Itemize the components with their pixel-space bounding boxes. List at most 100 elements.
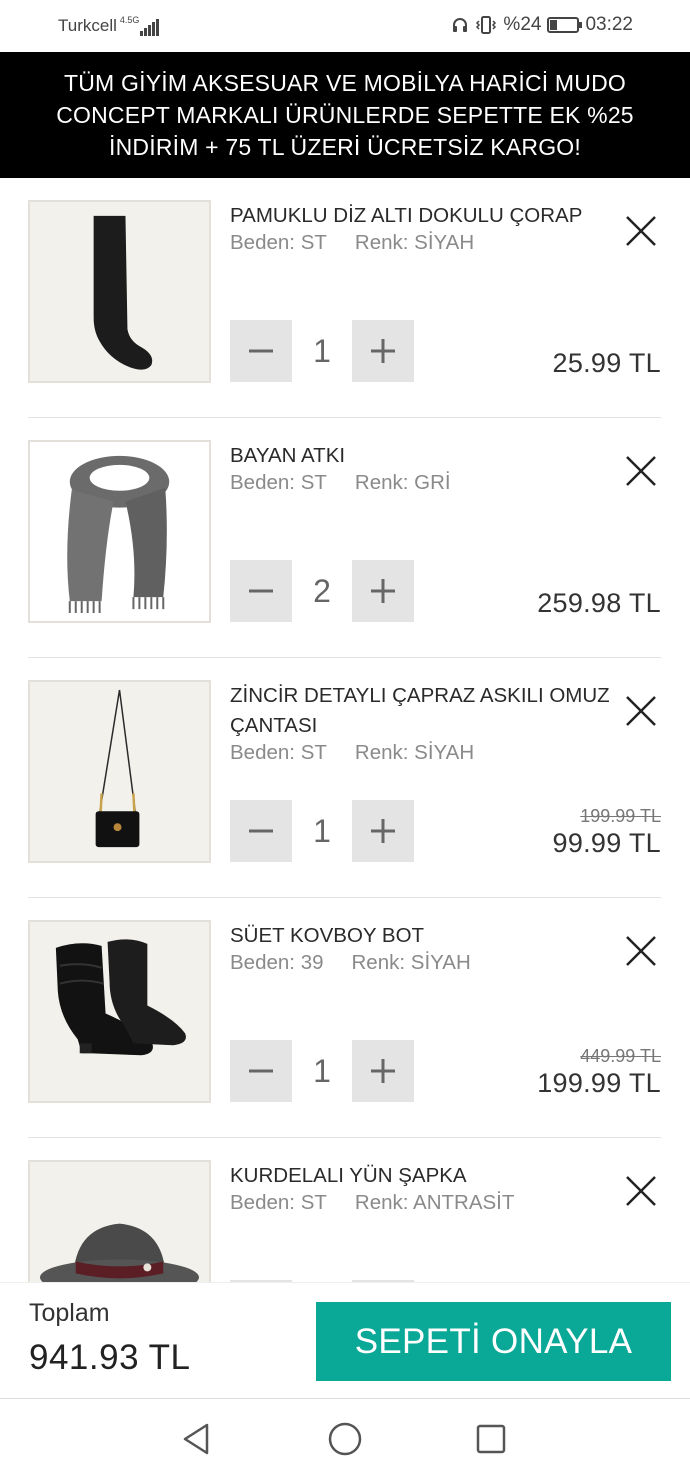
quantity-value: 1 xyxy=(313,1053,331,1089)
cart-item: KURDELALI YÜN ŞAPKA Beden: ST Renk: ANTRA… xyxy=(28,1138,661,1282)
cart-list[interactable]: PAMUKLU DİZ ALTI DOKULU ÇORAP Beden: ST R… xyxy=(0,178,690,1282)
carrier-name: Turkcell xyxy=(58,16,117,35)
product-meta: Beden: 39 Renk: SİYAH xyxy=(230,951,471,975)
minus-icon xyxy=(249,349,273,353)
size-value: ST xyxy=(300,471,327,494)
minus-icon xyxy=(249,829,273,833)
product-name[interactable]: PAMUKLU DİZ ALTI DOKULU ÇORAP xyxy=(230,201,620,231)
size-label: Beden: xyxy=(230,741,295,764)
decrease-quantity-button[interactable] xyxy=(230,560,292,622)
plus-icon xyxy=(371,339,395,363)
size-value: ST xyxy=(300,741,327,764)
size-value: ST xyxy=(300,231,327,254)
home-circle-icon xyxy=(328,1422,362,1456)
minus-icon xyxy=(249,1069,273,1073)
status-bar: Turkcell 4.5G %24 03:22 xyxy=(0,0,690,52)
battery-icon xyxy=(547,17,583,33)
size-value: ST xyxy=(300,1191,327,1214)
remove-item-button[interactable] xyxy=(621,211,661,251)
product-price: 199.99 TL xyxy=(537,1068,661,1098)
color-label: Renk: xyxy=(351,951,406,974)
scarf-image xyxy=(67,455,170,614)
close-icon xyxy=(626,696,656,726)
product-image[interactable] xyxy=(28,920,211,1103)
quantity-stepper: 1 xyxy=(230,1040,414,1102)
increase-quantity-button[interactable] xyxy=(352,1040,414,1102)
color-value: SİYAH xyxy=(414,741,475,764)
bag-image xyxy=(95,689,140,848)
size-label: Beden: xyxy=(230,1191,295,1214)
cart-item: BAYAN ATKI Beden: ST Renk: GRİ 2 259.98 T… xyxy=(28,418,661,658)
size-label: Beden: xyxy=(230,471,295,494)
headphones-icon xyxy=(453,18,468,32)
product-name[interactable]: BAYAN ATKI xyxy=(230,441,620,471)
product-price: 259.98 TL xyxy=(537,588,661,618)
decrease-quantity-button[interactable] xyxy=(230,800,292,862)
cart-item: ZİNCİR DETAYLI ÇAPRAZ ASKILI OMUZ ÇANTAS… xyxy=(28,658,661,898)
recents-button[interactable] xyxy=(471,1419,511,1459)
product-name[interactable]: SÜET KOVBOY BOT xyxy=(230,921,620,951)
remove-item-button[interactable] xyxy=(621,451,661,491)
close-icon xyxy=(626,456,656,486)
color-label: Renk: xyxy=(354,471,409,494)
back-button[interactable] xyxy=(177,1419,217,1459)
cart-footer: Toplam 941.93 TL SEPETİ ONAYLA xyxy=(0,1282,690,1398)
plus-icon xyxy=(371,819,395,843)
product-image[interactable] xyxy=(28,440,211,623)
quantity-stepper: 1 xyxy=(230,320,414,382)
remove-item-button[interactable] xyxy=(621,1171,661,1211)
network-type: 4.5G xyxy=(119,15,140,25)
product-price: 25.99 TL xyxy=(552,348,661,378)
home-button[interactable] xyxy=(325,1419,365,1459)
product-meta: Beden: ST Renk: ANTRASİT xyxy=(230,1191,514,1215)
checkout-button[interactable]: SEPETİ ONAYLA xyxy=(316,1302,671,1381)
product-meta: Beden: ST Renk: SİYAH xyxy=(230,231,474,255)
size-label: Beden: xyxy=(230,231,295,254)
back-triangle-icon xyxy=(183,1423,209,1455)
color-label: Renk: xyxy=(354,741,409,764)
product-old-price: 199.99 TL xyxy=(580,806,661,826)
close-icon xyxy=(626,216,656,246)
increase-quantity-button[interactable] xyxy=(352,560,414,622)
color-label: Renk: xyxy=(354,231,409,254)
size-label: Beden: xyxy=(230,951,295,974)
quantity-value: 1 xyxy=(313,813,331,849)
color-value: ANTRASİT xyxy=(413,1191,515,1214)
product-image[interactable] xyxy=(28,1160,211,1282)
product-image[interactable] xyxy=(28,680,211,863)
size-value: 39 xyxy=(300,951,324,974)
clock: 03:22 xyxy=(585,14,633,35)
hat-image xyxy=(39,1223,200,1282)
increase-quantity-button[interactable] xyxy=(352,320,414,382)
plus-icon xyxy=(371,1059,395,1083)
color-label: Renk: xyxy=(354,1191,409,1214)
quantity-stepper: 2 xyxy=(230,560,414,622)
total-value: 941.93 TL xyxy=(29,1338,191,1377)
vibrate-icon xyxy=(476,16,497,34)
boots-image xyxy=(55,939,186,1056)
product-price: 99.99 TL xyxy=(552,828,661,858)
total-label: Toplam xyxy=(29,1299,110,1327)
product-name[interactable]: KURDELALI YÜN ŞAPKA xyxy=(230,1161,620,1191)
close-icon xyxy=(626,1176,656,1206)
product-meta: Beden: ST Renk: SİYAH xyxy=(230,741,474,765)
remove-item-button[interactable] xyxy=(621,931,661,971)
product-meta: Beden: ST Renk: GRİ xyxy=(230,471,451,495)
decrease-quantity-button[interactable] xyxy=(230,1040,292,1102)
carrier-info: Turkcell 4.5G xyxy=(58,16,160,36)
product-name[interactable]: ZİNCİR DETAYLI ÇAPRAZ ASKILI OMUZ ÇANTAS… xyxy=(230,681,620,741)
sock-image xyxy=(93,215,153,370)
decrease-quantity-button[interactable] xyxy=(230,320,292,382)
plus-icon xyxy=(371,579,395,603)
quantity-value: 1 xyxy=(313,333,331,369)
minus-icon xyxy=(249,589,273,593)
quantity-value: 2 xyxy=(313,573,331,609)
increase-quantity-button[interactable] xyxy=(352,800,414,862)
close-icon xyxy=(626,936,656,966)
promo-banner[interactable]: TÜM GİYİM AKSESUAR VE MOBİLYA HARİCİ MUD… xyxy=(0,52,690,178)
battery-percent: %24 xyxy=(503,14,542,35)
product-image[interactable] xyxy=(28,200,211,383)
product-old-price: 449.99 TL xyxy=(580,1046,661,1066)
recents-square-icon xyxy=(476,1424,506,1454)
remove-item-button[interactable] xyxy=(621,691,661,731)
